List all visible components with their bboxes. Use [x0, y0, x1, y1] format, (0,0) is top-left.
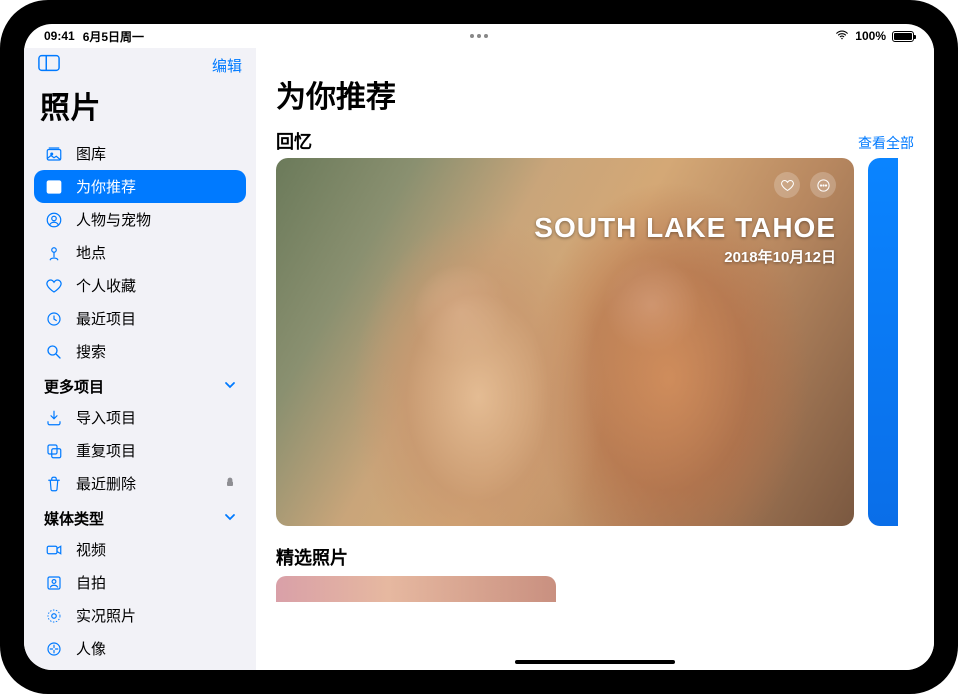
page-title: 为你推荐 [276, 72, 914, 116]
ipad-frame: 09:41 6月5日周一 100% [0, 0, 958, 694]
sidebar-item-label: 搜索 [76, 341, 106, 362]
sidebar-item-for-you[interactable]: 为你推荐 [34, 170, 246, 203]
featured-heading: 精选照片 [276, 544, 914, 570]
sidebar-item-portrait[interactable]: 人像 [34, 632, 246, 665]
memories-heading: 回忆 [276, 128, 312, 154]
sidebar-item-search[interactable]: 搜索 [34, 335, 246, 368]
status-date: 6月5日周一 [83, 28, 144, 45]
home-indicator[interactable] [515, 660, 675, 664]
sidebar-item-live-photos[interactable]: 实况照片 [34, 599, 246, 632]
sidebar-item-recently-deleted[interactable]: 最近删除 [34, 467, 246, 500]
sidebar-item-label: 为你推荐 [76, 176, 136, 197]
clock-icon [44, 310, 64, 328]
people-icon [44, 211, 64, 229]
sidebar-item-label: 人像 [76, 638, 106, 659]
video-icon [44, 541, 64, 559]
sidebar-item-label: 地点 [76, 242, 106, 263]
sidebar-item-duplicates[interactable]: 重复项目 [34, 434, 246, 467]
sidebar-item-people-pets[interactable]: 人物与宠物 [34, 203, 246, 236]
sidebar-item-label: 最近项目 [76, 308, 136, 329]
memory-card-next[interactable] [868, 158, 898, 526]
heart-icon [44, 277, 64, 295]
sidebar-item-favorites[interactable]: 个人收藏 [34, 269, 246, 302]
selfie-icon [44, 574, 64, 592]
library-icon [44, 145, 64, 163]
edit-button[interactable]: 编辑 [212, 55, 242, 76]
section-label: 媒体类型 [44, 508, 104, 529]
sidebar-item-label: 自拍 [76, 572, 106, 593]
portrait-icon [44, 640, 64, 658]
multitask-dots[interactable] [470, 34, 488, 38]
see-all-memories[interactable]: 查看全部 [858, 133, 914, 153]
for-you-icon [44, 178, 64, 196]
memory-title: SOUTH LAKE TAHOE [534, 212, 836, 244]
sidebar-item-selfies[interactable]: 自拍 [34, 566, 246, 599]
section-media-types[interactable]: 媒体类型 [34, 500, 246, 533]
more-memory-button[interactable] [810, 172, 836, 198]
sidebar-item-label: 实况照片 [76, 605, 136, 626]
sidebar: 编辑 照片 图库 为你推荐 人物与宠物 [24, 48, 256, 670]
sidebar-toggle-icon[interactable] [38, 54, 60, 77]
live-photo-icon [44, 607, 64, 625]
featured-photo[interactable] [276, 576, 556, 602]
favorite-memory-button[interactable] [774, 172, 800, 198]
sidebar-item-label: 个人收藏 [76, 275, 136, 296]
memory-card[interactable]: SOUTH LAKE TAHOE 2018年10月12日 [276, 158, 854, 526]
wifi-icon [835, 28, 849, 45]
battery-percent: 100% [855, 29, 886, 43]
section-more[interactable]: 更多项目 [34, 368, 246, 401]
screen: 09:41 6月5日周一 100% [24, 24, 934, 670]
battery-icon [892, 31, 914, 42]
sidebar-item-recents[interactable]: 最近项目 [34, 302, 246, 335]
sidebar-title: 照片 [24, 79, 256, 137]
sidebar-item-label: 重复项目 [76, 440, 136, 461]
section-label: 更多项目 [44, 376, 104, 397]
sidebar-item-library[interactable]: 图库 [34, 137, 246, 170]
sidebar-item-label: 人物与宠物 [76, 209, 151, 230]
sidebar-item-videos[interactable]: 视频 [34, 533, 246, 566]
trash-icon [44, 475, 64, 493]
chevron-down-icon [224, 378, 236, 395]
memory-date: 2018年10月12日 [534, 246, 836, 267]
search-icon [44, 343, 64, 361]
duplicate-icon [44, 442, 64, 460]
import-icon [44, 409, 64, 427]
sidebar-item-imports[interactable]: 导入项目 [34, 401, 246, 434]
sidebar-item-places[interactable]: 地点 [34, 236, 246, 269]
sidebar-item-label: 图库 [76, 143, 106, 164]
sidebar-item-label: 导入项目 [76, 407, 136, 428]
lock-icon [224, 475, 236, 492]
sidebar-item-label: 最近删除 [76, 473, 136, 494]
main-content: 为你推荐 回忆 查看全部 [256, 48, 934, 670]
status-time: 09:41 [44, 29, 75, 43]
status-bar: 09:41 6月5日周一 100% [24, 24, 934, 48]
chevron-down-icon [224, 510, 236, 527]
sidebar-item-label: 视频 [76, 539, 106, 560]
places-icon [44, 244, 64, 262]
